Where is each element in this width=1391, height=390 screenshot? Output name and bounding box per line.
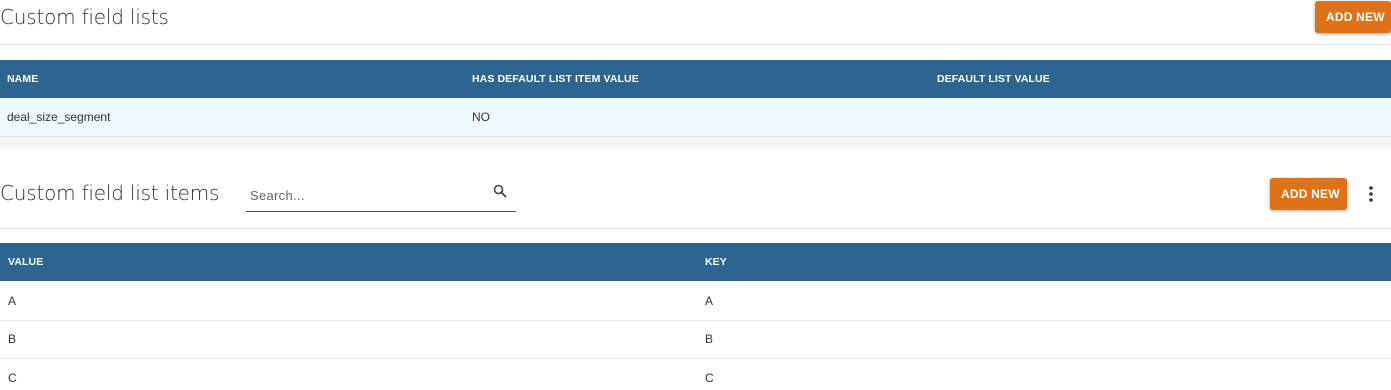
cell-name: deal_size_segment	[7, 110, 111, 124]
add-item-button[interactable]: ADD NEW	[1270, 178, 1347, 210]
cell-value: C	[8, 371, 17, 385]
lists-header	[0, 0, 1391, 45]
more-vertical-icon[interactable]	[1362, 182, 1380, 206]
table-row[interactable]: B B	[0, 320, 1391, 359]
cell-value: A	[8, 294, 17, 308]
column-header-key[interactable]: KEY	[705, 243, 727, 281]
column-header-value[interactable]: VALUE	[8, 243, 43, 281]
cell-has-default: NO	[472, 110, 490, 124]
page: Custom field lists ADD NEW NAME HAS DEFA…	[0, 0, 1391, 390]
section-separator	[0, 137, 1391, 149]
cell-key: A	[705, 294, 714, 308]
column-header-name[interactable]: NAME	[7, 60, 38, 98]
cell-key: C	[705, 371, 714, 385]
cell-value: B	[8, 332, 17, 346]
cell-key: B	[705, 332, 714, 346]
lists-table-header: NAME HAS DEFAULT LIST ITEM VALUE DEFAULT…	[0, 60, 1391, 98]
table-row[interactable]: deal_size_segment NO	[0, 98, 1391, 137]
search-input[interactable]	[250, 184, 480, 206]
column-header-default-value[interactable]: DEFAULT LIST VALUE	[937, 60, 1050, 98]
lists-title: Custom field lists	[0, 5, 169, 29]
items-table-header: VALUE KEY	[0, 243, 1391, 281]
column-header-has-default[interactable]: HAS DEFAULT LIST ITEM VALUE	[472, 60, 639, 98]
divider	[0, 228, 1391, 229]
search-field	[246, 178, 516, 212]
add-list-button[interactable]: ADD NEW	[1315, 1, 1391, 33]
table-row[interactable]: C C	[0, 359, 1391, 390]
table-row[interactable]: A A	[0, 282, 1391, 321]
items-title: Custom field list items	[0, 181, 220, 205]
search-icon[interactable]	[493, 184, 507, 198]
